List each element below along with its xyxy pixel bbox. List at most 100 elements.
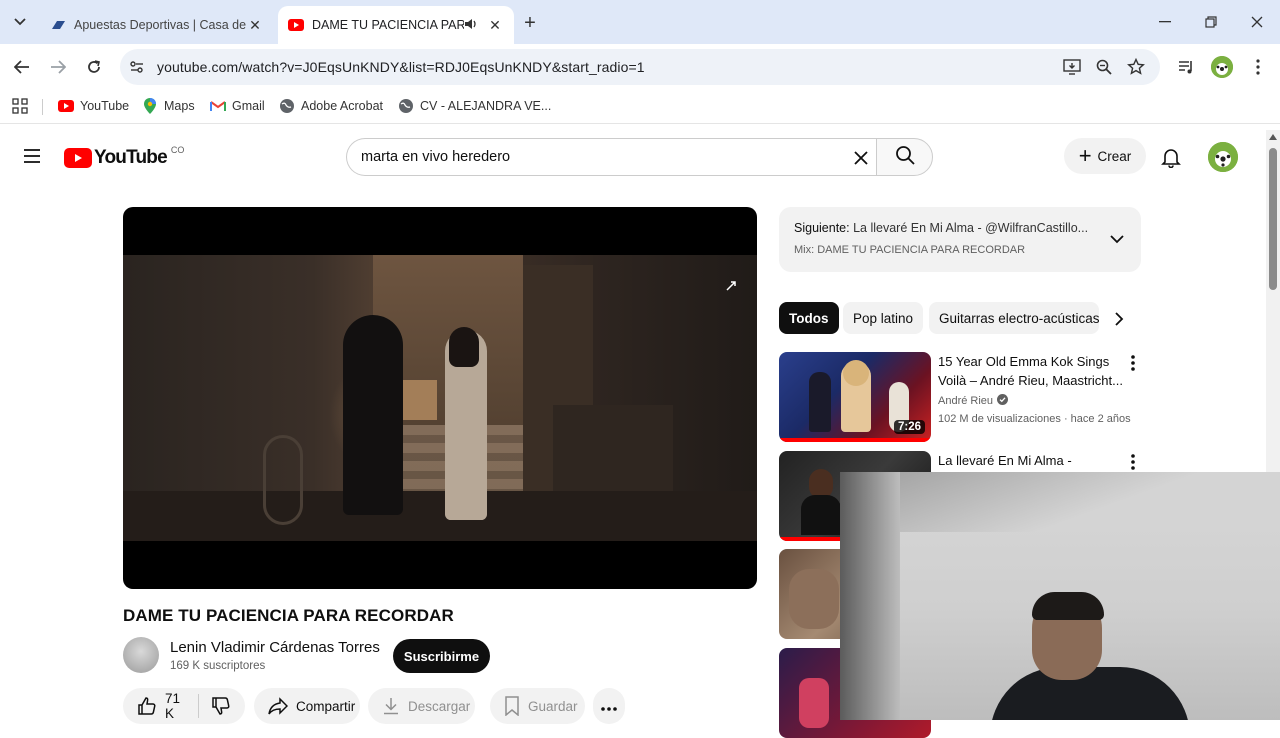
youtube-wordmark: YouTube bbox=[94, 147, 168, 168]
dislike-thumbs-down-icon[interactable] bbox=[211, 696, 231, 716]
download-label: Descargar bbox=[408, 698, 471, 714]
chip-guitarras[interactable]: Guitarras electro-acústicas bbox=[929, 302, 1099, 334]
bookmark-label: YouTube bbox=[80, 99, 130, 113]
webcam-overlay bbox=[840, 472, 1280, 720]
next-title: La llevaré En Mi Alma - @WilfranCastillo… bbox=[853, 221, 1089, 235]
scrollbar-thumb[interactable] bbox=[1269, 148, 1277, 290]
more-vertical-icon[interactable] bbox=[1127, 354, 1139, 372]
subscriber-count: 169 K suscriptores bbox=[170, 660, 266, 672]
maps-pin-icon bbox=[142, 98, 158, 114]
download-button[interactable]: Descargar bbox=[368, 688, 475, 724]
expand-chevron-icon[interactable] bbox=[1109, 231, 1125, 247]
site-info-icon[interactable] bbox=[128, 58, 146, 76]
more-actions-button[interactable] bbox=[593, 688, 625, 724]
back-arrow-icon[interactable] bbox=[7, 52, 37, 82]
tab-title: DAME TU PACIENCIA PARA RECORDAR bbox=[312, 18, 464, 32]
search-input[interactable]: marta en vivo heredero bbox=[361, 149, 510, 165]
more-vertical-icon[interactable] bbox=[1127, 453, 1139, 471]
clear-search-icon[interactable] bbox=[850, 147, 872, 169]
video-frame bbox=[123, 255, 757, 541]
bookmark-star-icon[interactable] bbox=[1127, 57, 1145, 76]
next-label: Siguiente: bbox=[794, 221, 850, 235]
globe-icon bbox=[279, 98, 295, 114]
bookmark-cv[interactable]: CV - ALEJANDRA VE... bbox=[398, 98, 551, 114]
close-window-icon[interactable] bbox=[1234, 6, 1280, 38]
channel-label: André Rieu bbox=[938, 395, 994, 407]
bookmark-label: Adobe Acrobat bbox=[301, 99, 384, 113]
like-count[interactable]: 71 K bbox=[165, 691, 184, 721]
menu-hamburger-icon[interactable] bbox=[22, 148, 42, 164]
more-horizontal-icon bbox=[601, 699, 617, 714]
share-arrow-icon bbox=[268, 696, 288, 716]
save-label: Guardar bbox=[528, 698, 578, 714]
reload-icon[interactable] bbox=[79, 52, 109, 82]
subscribe-button[interactable]: Suscribirme bbox=[393, 639, 490, 673]
like-thumbs-up-icon[interactable] bbox=[137, 696, 157, 716]
create-button[interactable]: + Crear bbox=[1064, 138, 1146, 174]
verified-badge-icon bbox=[997, 394, 1009, 408]
tab-search-chevron-icon[interactable] bbox=[6, 8, 34, 36]
restore-icon[interactable] bbox=[1188, 6, 1234, 38]
search-icon bbox=[895, 145, 915, 170]
recommendation-title[interactable]: La llevaré En Mi Alma - bbox=[938, 451, 1123, 470]
chrome-menu-icon[interactable] bbox=[1248, 57, 1268, 77]
search-box[interactable]: marta en vivo heredero bbox=[346, 138, 876, 176]
channel-avatar[interactable] bbox=[123, 637, 159, 673]
bookmark-adobe-acrobat[interactable]: Adobe Acrobat bbox=[279, 98, 383, 114]
browser-tab-betting[interactable]: Apuestas Deportivas | Casa de Apuestas ✕ bbox=[40, 6, 274, 44]
bookmark-gmail[interactable]: Gmail bbox=[210, 98, 265, 114]
audio-playing-icon[interactable] bbox=[464, 18, 480, 33]
bookmark-label: CV - ALEJANDRA VE... bbox=[420, 99, 552, 113]
like-divider bbox=[198, 694, 199, 718]
save-bookmark-icon bbox=[504, 696, 520, 716]
tab-title: Apuestas Deportivas | Casa de Apuestas bbox=[74, 18, 246, 32]
minimize-icon[interactable] bbox=[1142, 6, 1188, 38]
video-duration: 7:26 bbox=[893, 420, 925, 434]
recommendation-channel[interactable]: André Rieu bbox=[938, 394, 1009, 408]
country-code: CO bbox=[170, 145, 185, 155]
install-app-icon[interactable] bbox=[1063, 58, 1081, 76]
like-dislike-group: 71 K bbox=[123, 688, 245, 724]
chip-todos[interactable]: Todos bbox=[779, 302, 839, 334]
profile-avatar-icon[interactable] bbox=[1211, 56, 1233, 78]
chips-next-chevron-icon[interactable] bbox=[1108, 308, 1130, 330]
video-player[interactable] bbox=[123, 207, 757, 589]
share-label: Compartir bbox=[296, 698, 356, 714]
next-up-line: Siguiente: La llevaré En Mi Alma - @Wilf… bbox=[794, 221, 1104, 235]
notifications-bell-icon[interactable] bbox=[1160, 146, 1182, 169]
gmail-icon bbox=[210, 98, 226, 114]
media-control-icon[interactable] bbox=[1176, 57, 1196, 77]
recommendation-item[interactable]: 7:26 15 Year Old Emma Kok Sings Voilà – … bbox=[779, 352, 1141, 444]
plus-icon: + bbox=[1078, 143, 1092, 168]
bookmark-maps[interactable]: Maps bbox=[142, 98, 195, 114]
share-button[interactable]: Compartir bbox=[254, 688, 360, 724]
scroll-up-arrow-icon[interactable] bbox=[1269, 134, 1277, 140]
youtube-logo[interactable]: YouTube CO bbox=[64, 145, 185, 170]
user-avatar[interactable] bbox=[1208, 142, 1238, 172]
apps-grid-icon[interactable] bbox=[12, 98, 28, 114]
tab-close-icon[interactable]: ✕ bbox=[246, 16, 264, 34]
recommendation-title[interactable]: 15 Year Old Emma Kok Sings Voilà – André… bbox=[938, 352, 1123, 390]
save-button[interactable]: Guardar bbox=[490, 688, 585, 724]
youtube-play-logo-icon bbox=[64, 148, 92, 168]
tab-close-icon[interactable]: ✕ bbox=[486, 16, 504, 34]
address-url[interactable]: youtube.com/watch?v=J0EqsUnKNDY&list=RDJ… bbox=[157, 59, 645, 75]
forward-arrow-icon[interactable] bbox=[43, 52, 73, 82]
browser-tabstrip: Apuestas Deportivas | Casa de Apuestas ✕… bbox=[0, 0, 1280, 44]
betting-site-favicon-icon bbox=[50, 17, 66, 33]
download-icon bbox=[382, 696, 400, 716]
browser-tab-youtube[interactable]: DAME TU PACIENCIA PARA RECORDAR ✕ bbox=[278, 6, 514, 44]
channel-name[interactable]: Lenin Vladimir Cárdenas Torres bbox=[170, 639, 380, 656]
chip-pop-latino[interactable]: Pop latino bbox=[843, 302, 924, 334]
bookmarks-divider bbox=[42, 99, 43, 115]
bookmarks-bar: YouTube Maps Gmail Adobe Acrobat CV - AL… bbox=[0, 90, 1280, 124]
bookmark-label: Maps bbox=[164, 99, 195, 113]
playlist-next-card[interactable]: Siguiente: La llevaré En Mi Alma - @Wilf… bbox=[779, 207, 1141, 272]
new-tab-icon[interactable]: + bbox=[518, 11, 542, 35]
video-thumbnail[interactable]: 7:26 bbox=[779, 352, 931, 442]
search-button[interactable] bbox=[876, 138, 933, 176]
bookmark-youtube[interactable]: YouTube bbox=[58, 98, 129, 114]
zoom-icon[interactable] bbox=[1095, 58, 1113, 76]
watch-progress-bar bbox=[779, 438, 931, 442]
address-bar[interactable]: youtube.com/watch?v=J0EqsUnKNDY&list=RDJ… bbox=[120, 49, 1160, 85]
